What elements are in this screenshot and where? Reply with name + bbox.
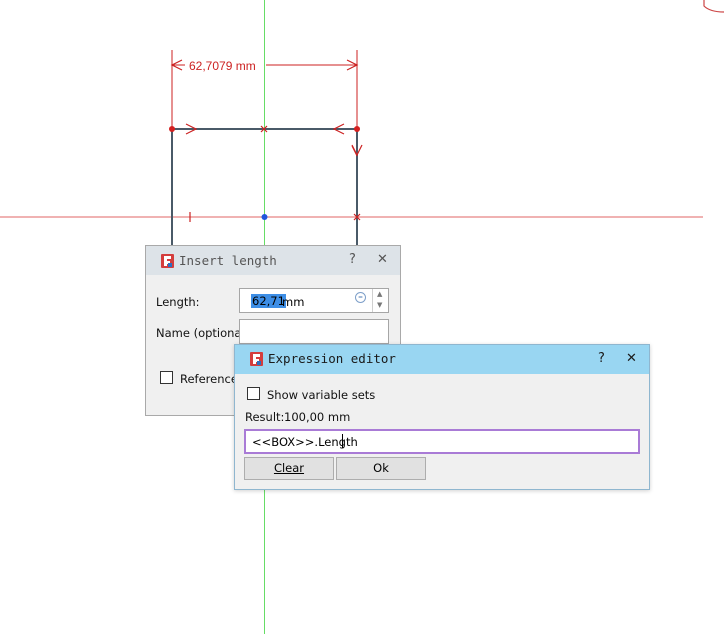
freecad-logo-icon — [161, 254, 174, 268]
length-label: Length: — [156, 295, 200, 309]
sketch-origin-point[interactable] — [261, 214, 268, 220]
spin-buttons: ▲ ▼ — [372, 289, 389, 312]
ok-button[interactable]: Ok — [336, 457, 426, 480]
text-cursor — [342, 434, 343, 448]
reference-checkbox[interactable] — [160, 371, 173, 384]
navigation-cube-icon[interactable] — [703, 0, 724, 13]
spin-up-icon[interactable]: ▲ — [377, 290, 382, 298]
name-input[interactable] — [239, 319, 389, 344]
expression-editor-titlebar[interactable]: Expression editor ? ✕ — [235, 345, 649, 374]
expression-bind-icon[interactable]: = — [355, 292, 366, 303]
expression-editor-dialog: Expression editor ? ✕ Show variable sets… — [234, 344, 650, 490]
show-variable-sets-label: Show variable sets — [267, 388, 376, 402]
length-input[interactable]: 62,71 mm = ▲ ▼ — [239, 288, 389, 313]
clear-button[interactable]: Clear — [244, 457, 334, 480]
help-button[interactable]: ? — [598, 351, 605, 366]
dimension-label[interactable]: 62,7079 mm — [189, 59, 256, 73]
ok-button-label: Ok — [373, 461, 389, 475]
close-button[interactable]: ✕ — [626, 351, 637, 366]
name-label: Name (optional) — [156, 326, 250, 340]
expression-input[interactable]: <<BOX>>.Length — [244, 429, 640, 454]
clear-button-label: Clear — [273, 461, 305, 475]
length-value: 62,71 — [251, 294, 286, 308]
insert-length-titlebar[interactable]: Insert length ? ✕ — [146, 246, 400, 275]
sketch-vertex-top-right[interactable] — [354, 126, 360, 132]
expression-editor-title: Expression editor — [268, 351, 396, 366]
result-label: Result: — [245, 410, 285, 424]
result-value: 100,00 mm — [284, 410, 351, 424]
close-button[interactable]: ✕ — [377, 252, 388, 267]
show-variable-sets-checkbox[interactable] — [247, 387, 260, 400]
reference-label: Reference — [180, 372, 238, 386]
sketch-vertex-top-left[interactable] — [169, 126, 175, 132]
length-unit: mm — [282, 295, 305, 309]
freecad-logo-icon — [250, 352, 263, 366]
insert-length-title: Insert length — [179, 253, 277, 268]
spin-down-icon[interactable]: ▼ — [377, 301, 382, 309]
help-button[interactable]: ? — [349, 252, 356, 267]
